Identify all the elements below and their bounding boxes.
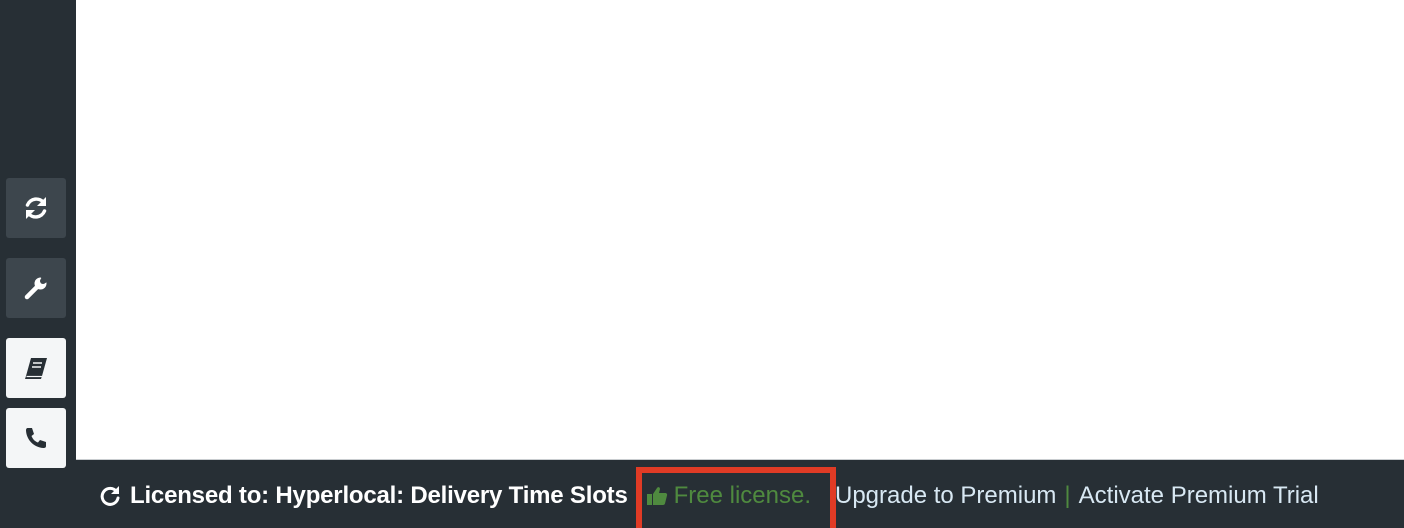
phone-icon xyxy=(22,424,50,452)
link-separator: | xyxy=(1064,482,1071,509)
activate-premium-trial-link[interactable]: Activate Premium Trial xyxy=(1079,482,1319,510)
wrench-icon xyxy=(22,274,50,302)
support-button[interactable] xyxy=(6,408,66,468)
refresh-button[interactable] xyxy=(6,178,66,238)
main-content-area xyxy=(76,0,1404,460)
documentation-button[interactable] xyxy=(6,338,66,398)
upgrade-to-premium-link[interactable]: Upgrade to Premium xyxy=(835,482,1056,510)
sidebar xyxy=(0,0,76,528)
refresh-icon xyxy=(22,194,50,222)
app-window: Licensed to: Hyperlocal: Delivery Time S… xyxy=(0,0,1404,528)
licensed-to-text: Licensed to: Hyperlocal: Delivery Time S… xyxy=(130,482,628,509)
refresh-license-icon[interactable] xyxy=(98,484,122,508)
license-footer: Licensed to: Hyperlocal: Delivery Time S… xyxy=(76,460,1404,528)
free-license-badge: Free license. xyxy=(635,467,836,528)
free-license-label: Free license. xyxy=(673,482,811,509)
book-icon xyxy=(22,354,50,382)
license-bar: Licensed to: Hyperlocal: Delivery Time S… xyxy=(98,467,1319,528)
thumbs-up-icon xyxy=(646,486,668,506)
settings-button[interactable] xyxy=(6,258,66,318)
